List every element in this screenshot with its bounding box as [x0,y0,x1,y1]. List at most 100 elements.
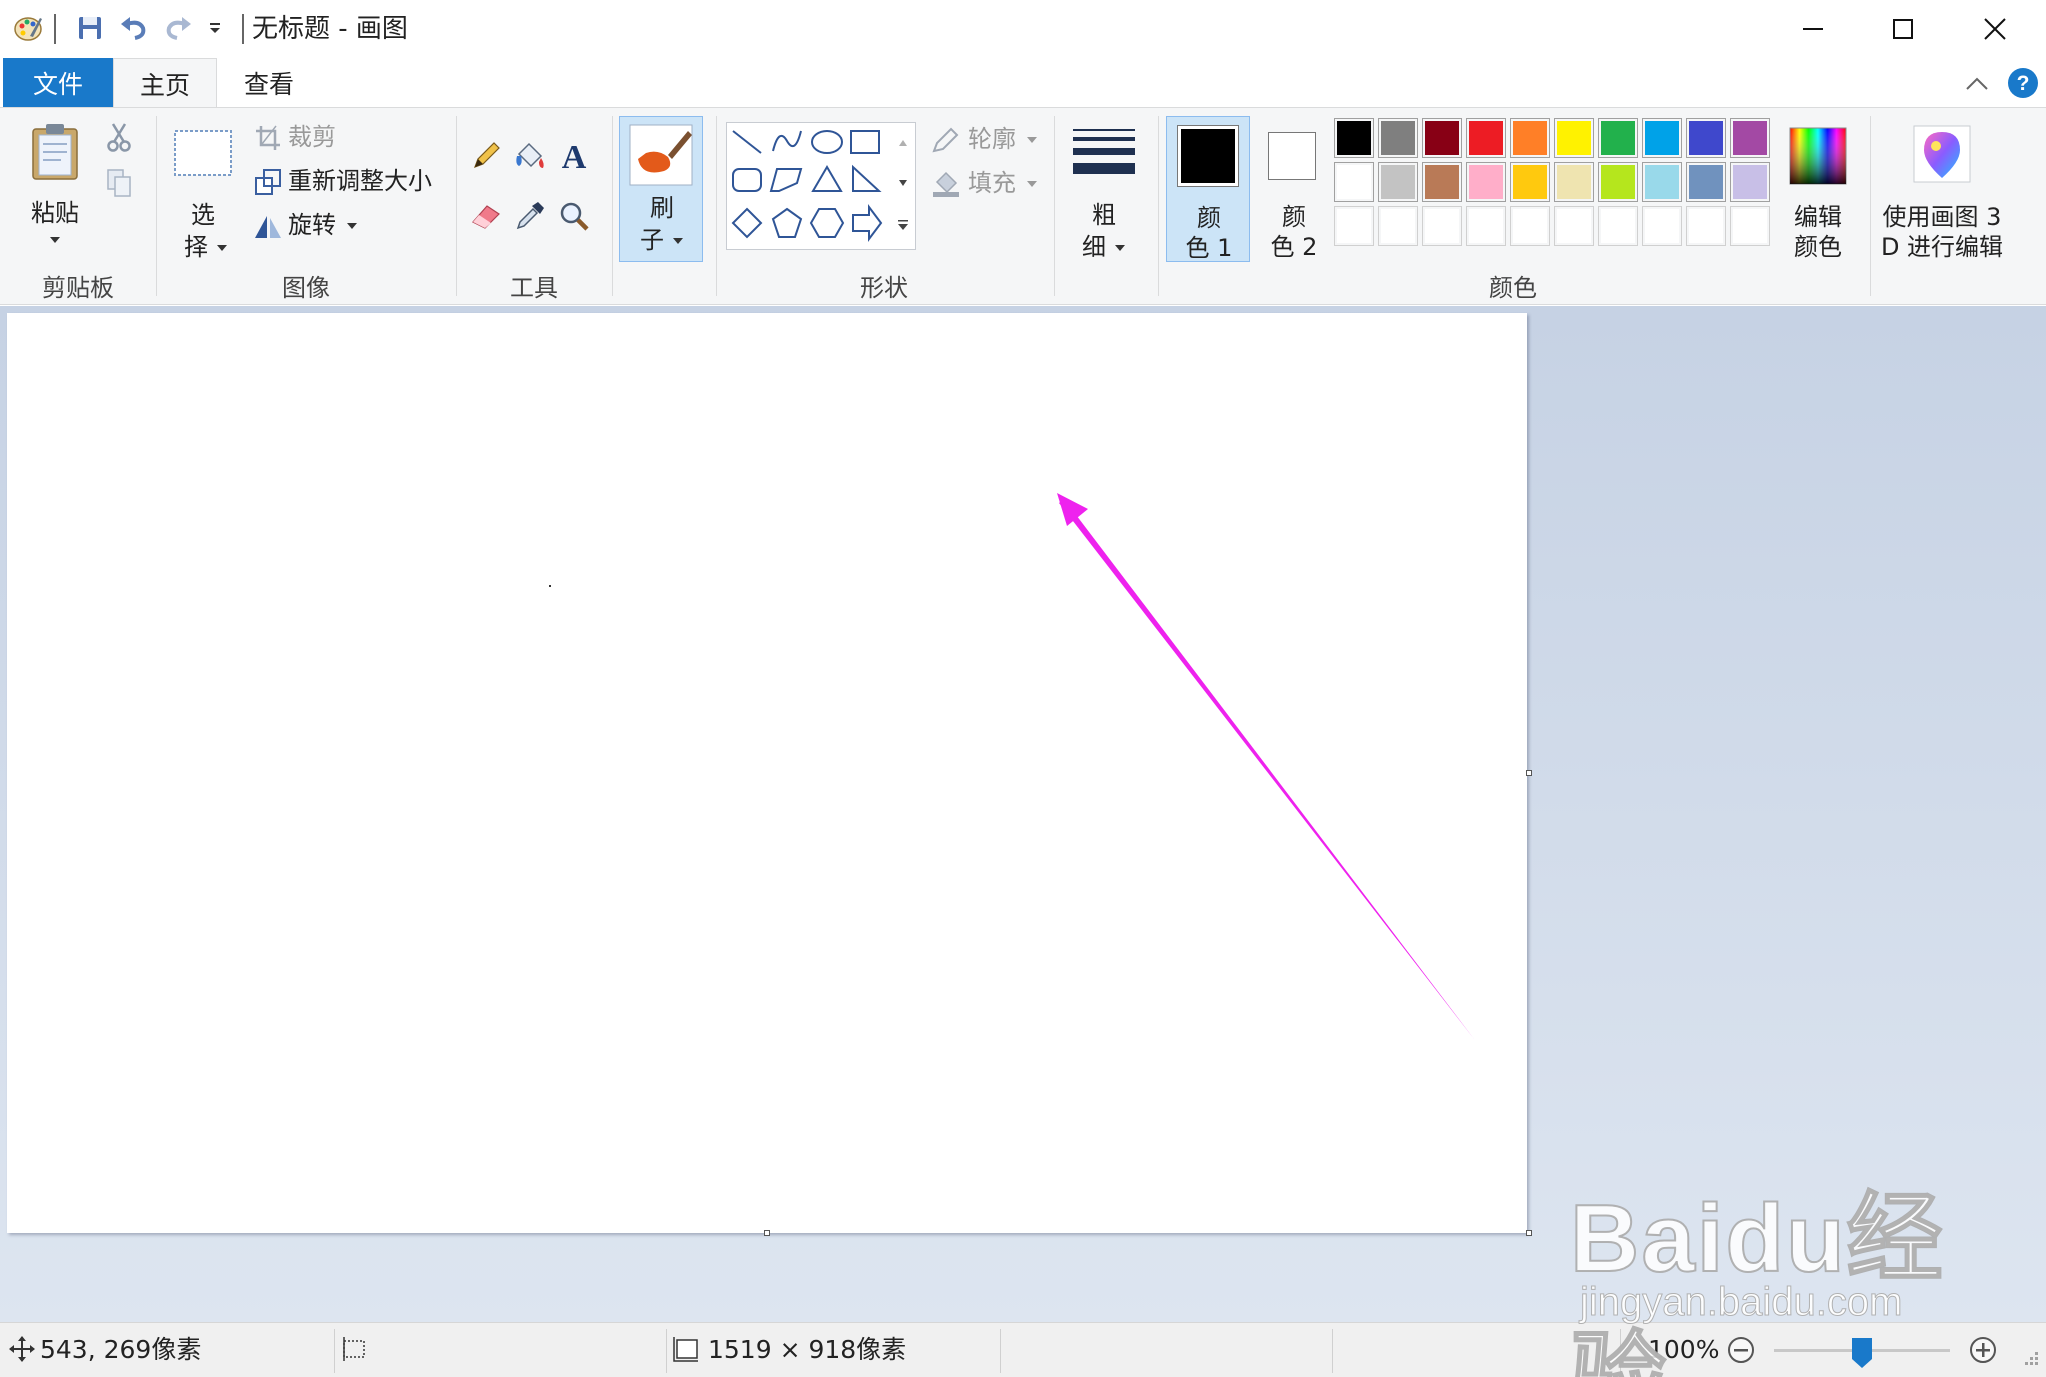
resize-button[interactable]: 重新调整大小 [252,164,442,200]
resize-icon [252,166,284,198]
resize-handle-corner[interactable] [1526,1230,1532,1236]
palette-swatch[interactable] [1598,162,1638,202]
palette-swatch[interactable] [1730,206,1770,246]
select-button[interactable]: 选 择 [166,116,240,262]
palette-swatch[interactable] [1378,118,1418,158]
size-button[interactable]: 粗 细 [1064,116,1144,262]
resize-grip-icon[interactable] [2016,1345,2042,1371]
zoom-in-button[interactable] [1966,1333,2000,1367]
close-button[interactable] [1950,0,2040,58]
paste-button[interactable]: 粘贴 [18,116,92,262]
edit-with-paint3d-button[interactable]: 使用画图 3 D 进行编辑 [1876,116,2008,262]
palette-swatch[interactable] [1730,162,1770,202]
brushes-label-1: 刷 [650,194,674,222]
shapes-scroll-up-button[interactable] [892,124,914,162]
resize-label: 重新调整大小 [288,167,432,195]
rotate-button[interactable]: 旋转 [252,208,362,244]
palette-swatch[interactable] [1730,118,1770,158]
palette-swatch[interactable] [1642,162,1682,202]
select-label-1: 选 [191,201,215,229]
palette-swatch[interactable] [1686,206,1726,246]
palette-swatch[interactable] [1642,206,1682,246]
palette-swatch[interactable] [1334,162,1374,202]
color-picker-icon[interactable] [510,196,550,236]
palette-swatch[interactable] [1334,118,1374,158]
palette-swatch[interactable] [1510,206,1550,246]
chevron-down-icon [1112,240,1128,256]
canvas-workspace[interactable] [0,306,2046,1322]
copy-icon[interactable] [102,166,136,200]
fill-button[interactable]: 填充 [930,166,1040,202]
palette-swatch[interactable] [1422,162,1462,202]
selection-size-icon [338,1333,370,1365]
resize-handle-right[interactable] [1526,770,1532,776]
minimize-button[interactable] [1768,0,1858,58]
edit-colors-button[interactable]: 编辑 颜色 [1776,116,1860,262]
pencil-icon[interactable] [466,136,506,176]
palette-swatch[interactable] [1686,118,1726,158]
cut-icon[interactable] [102,120,136,154]
select-rectangle-icon [172,128,234,178]
redo-icon[interactable] [160,10,196,46]
paint-app-icon[interactable] [10,10,46,46]
palette-swatch-fill [1513,165,1547,199]
image-group-label: 图像 [282,274,330,302]
palette-swatch[interactable] [1642,118,1682,158]
palette-swatch[interactable] [1510,162,1550,202]
tab-view[interactable]: 查看 [217,58,321,108]
palette-swatch[interactable] [1378,206,1418,246]
chevron-down-icon [1024,134,1040,146]
customize-quick-access-icon[interactable] [200,10,230,46]
collapse-ribbon-icon[interactable] [1960,66,1994,100]
fill-bucket-icon[interactable] [510,136,550,176]
palette-swatch[interactable] [1598,206,1638,246]
palette-swatch[interactable] [1466,118,1506,158]
maximize-button[interactable] [1858,0,1948,58]
outline-button[interactable]: 轮廓 [930,122,1040,158]
annotation-arrow-shaft [1059,499,1474,1039]
tab-home[interactable]: 主页 [113,58,217,108]
drawing-canvas[interactable] [7,313,1527,1233]
save-icon[interactable] [72,10,108,46]
palette-swatch[interactable] [1510,118,1550,158]
palette-swatch[interactable] [1554,206,1594,246]
zoom-level: 100% [1648,1335,1720,1364]
text-icon[interactable]: A [554,136,594,176]
brushes-button[interactable]: 刷 子 [619,116,703,262]
color1-button[interactable]: 颜 色 1 [1166,116,1250,262]
palette-swatch[interactable] [1554,162,1594,202]
palette-swatch[interactable] [1598,118,1638,158]
edit-colors-label-1: 编辑 [1794,203,1842,231]
magnifier-icon[interactable] [554,196,594,236]
color-palette [1334,118,1774,258]
undo-icon[interactable] [116,10,152,46]
fill-label: 填充 [968,169,1016,197]
color2-button[interactable]: 颜 色 2 [1252,116,1336,262]
palette-swatch[interactable] [1466,206,1506,246]
shapes-gallery-icons [731,130,883,242]
palette-swatch[interactable] [1378,162,1418,202]
crop-button[interactable]: 裁剪 [252,120,362,156]
shapes-more-button[interactable] [892,204,914,246]
shapes-scroll-down-button[interactable] [892,164,914,202]
status-bar: 543, 269像素 1519 × 918像素 100% [0,1322,2046,1377]
zoom-out-button[interactable] [1724,1333,1758,1367]
help-icon[interactable]: ? [2006,66,2040,100]
zoom-slider-thumb[interactable] [1851,1337,1873,1369]
palette-swatch[interactable] [1554,118,1594,158]
minus-circle-icon [1728,1337,1754,1363]
palette-swatch[interactable] [1422,206,1462,246]
tab-file[interactable]: 文件 [3,58,113,108]
svg-text:?: ? [2017,72,2030,95]
zoom-slider[interactable] [1774,1337,1950,1368]
eraser-icon[interactable] [466,196,506,236]
palette-swatch[interactable] [1422,118,1462,158]
resize-handle-bottom[interactable] [764,1230,770,1236]
status-separator [334,1329,335,1373]
palette-swatch-fill [1645,209,1679,243]
paint3d-label-2: D 进行编辑 [1880,233,2004,261]
palette-swatch[interactable] [1686,162,1726,202]
palette-swatch[interactable] [1334,206,1374,246]
canvas-size: 1519 × 918像素 [708,1335,907,1364]
palette-swatch[interactable] [1466,162,1506,202]
